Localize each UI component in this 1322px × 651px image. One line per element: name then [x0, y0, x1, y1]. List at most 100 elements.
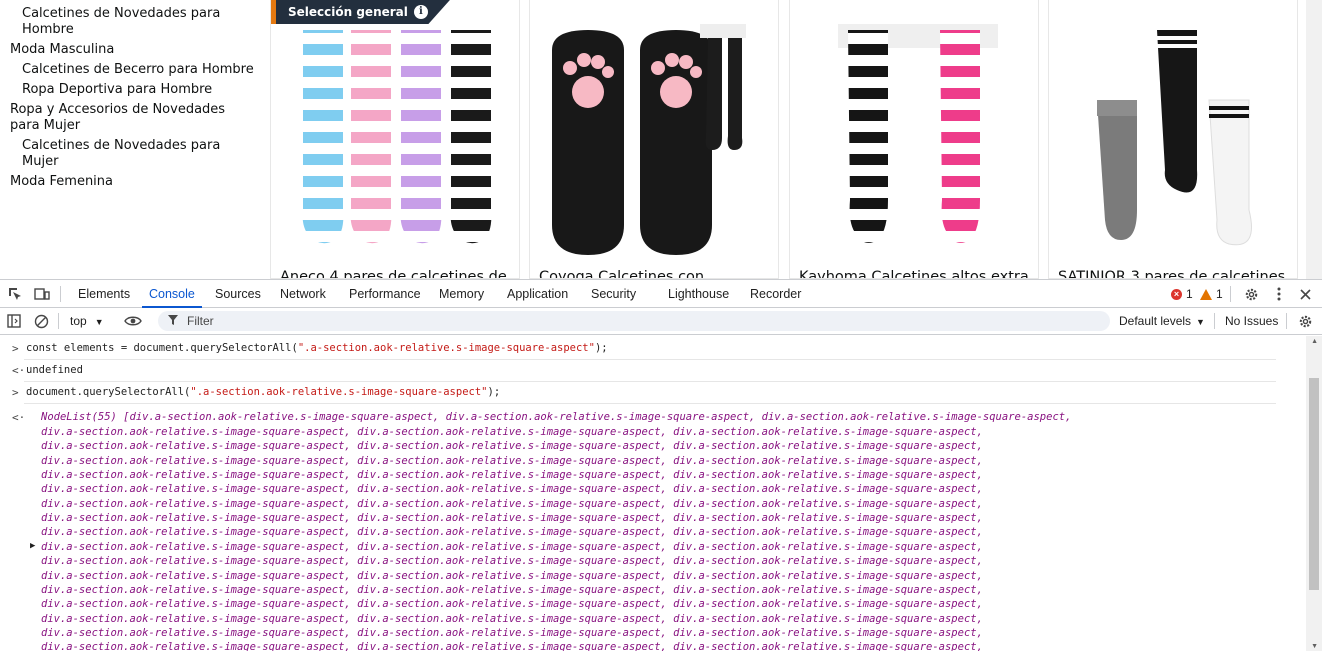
product-card[interactable]: SATINIOR 3 pares de calcetines [1048, 0, 1298, 279]
input-prompt-icon: > [12, 386, 19, 399]
input-prompt-icon: > [12, 342, 19, 355]
console-code: document.querySelectorAll(".a-section.ao… [26, 386, 500, 398]
more-options-icon[interactable] [1270, 285, 1288, 303]
error-count: 1 [1186, 287, 1193, 301]
code-text: ); [594, 342, 608, 354]
warning-icon [1200, 288, 1212, 300]
console-code: undefined [26, 364, 83, 376]
clear-console-icon[interactable] [32, 312, 50, 330]
product-card[interactable]: Selección general i Aneco 4 pares de calce… [270, 0, 520, 279]
scroll-down-arrow-icon[interactable]: ▼ [1311, 643, 1318, 650]
product-title-link[interactable]: Aneco 4 pares de calcetines de [280, 268, 516, 278]
nodelist-row[interactable]: div.a-section.aok-relative.s-image-squar… [41, 469, 983, 481]
nodelist-row[interactable]: div.a-section.aok-relative.s-image-squar… [41, 483, 983, 495]
nodelist-row[interactable]: div.a-section.aok-relative.s-image-squar… [41, 613, 983, 625]
warning-counter[interactable]: 1 [1200, 287, 1223, 301]
toolbar-divider [1286, 313, 1287, 329]
close-devtools-icon[interactable] [1296, 285, 1314, 303]
nodelist-summary[interactable]: NodeList(55) [div.a-section.aok-relative… [41, 411, 1071, 423]
nodelist-row[interactable]: div.a-section.aok-relative.s-image-squar… [41, 498, 983, 510]
filter-input[interactable] [158, 311, 1110, 331]
nodelist-row[interactable]: div.a-section.aok-relative.s-image-squar… [41, 512, 983, 524]
product-image[interactable] [271, 0, 519, 260]
tab-elements[interactable]: Elements [78, 280, 130, 308]
chevron-down-icon: ▼ [1196, 317, 1205, 327]
console-output[interactable]: > const elements = document.querySelector… [0, 336, 1306, 651]
tab-performance[interactable]: Performance [349, 280, 421, 308]
product-image[interactable] [790, 0, 1038, 260]
result-arrow-icon: <· [12, 364, 26, 377]
sidebar-category-link[interactable]: Calcetines de Novedades para Mujer [22, 138, 254, 170]
issues-button[interactable]: No Issues [1225, 311, 1278, 331]
log-levels-label: Default levels [1119, 314, 1192, 328]
settings-gear-icon[interactable] [1242, 285, 1260, 303]
nodelist-row[interactable]: div.a-section.aok-relative.s-image-squar… [41, 641, 983, 651]
category-sidebar: Calcetines de Novedades para Hombre Moda … [0, 0, 262, 279]
info-icon[interactable]: i [413, 5, 428, 19]
context-label: top [70, 314, 87, 328]
product-page: Calcetines de Novedades para Hombre Moda … [0, 0, 1322, 279]
nodelist-row[interactable]: div.a-section.aok-relative.s-image-squar… [41, 598, 983, 610]
result-arrow-icon: <· [12, 411, 26, 424]
tab-recorder[interactable]: Recorder [750, 280, 801, 308]
toolbar-divider [1214, 313, 1215, 329]
entry-divider [24, 381, 1276, 382]
product-title-link[interactable]: SATINIOR 3 pares de calcetines [1058, 268, 1294, 278]
product-image[interactable] [530, 0, 778, 260]
nodelist-row[interactable]: div.a-section.aok-relative.s-image-squar… [41, 570, 983, 582]
console-code: const elements = document.querySelectorA… [26, 342, 608, 354]
nodelist-row[interactable]: div.a-section.aok-relative.s-image-squar… [41, 455, 983, 467]
product-image[interactable] [1049, 0, 1297, 260]
error-icon: × [1171, 288, 1182, 300]
console-toolbar: top ▼ Default levels ▼ No Issues [0, 308, 1322, 335]
tabbar-divider [60, 286, 61, 302]
console-scrollbar[interactable]: ▲ ▼ [1306, 336, 1322, 651]
tab-console[interactable]: Console [142, 280, 202, 308]
product-title-link[interactable]: Coyoga Calcetines con [539, 268, 775, 278]
live-expression-eye-icon[interactable] [123, 312, 143, 330]
tab-network[interactable]: Network [280, 280, 326, 308]
nodelist-row[interactable]: div.a-section.aok-relative.s-image-squar… [41, 541, 983, 553]
chevron-down-icon: ▼ [94, 317, 104, 327]
product-grid: Selección general i Aneco 4 pares de calce… [270, 0, 1315, 279]
code-text: ); [487, 386, 501, 398]
code-text: document.querySelectorAll( [26, 386, 191, 398]
sidebar-category-link[interactable]: Ropa y Accesorios de Novedades para Muje… [10, 102, 255, 134]
console-scrollbar-thumb[interactable] [1309, 378, 1319, 590]
tab-memory[interactable]: Memory [439, 280, 484, 308]
error-counter[interactable]: × 1 [1171, 287, 1193, 301]
string-literal: ".a-section.aok-relative.s-image-square-… [190, 386, 488, 398]
nodelist-row[interactable]: div.a-section.aok-relative.s-image-squar… [41, 627, 983, 639]
tab-application[interactable]: Application [507, 280, 568, 308]
nodelist-row[interactable]: div.a-section.aok-relative.s-image-squar… [41, 555, 983, 567]
product-card[interactable]: Coyoga Calcetines con [529, 0, 779, 279]
page-scrollbar[interactable] [1306, 0, 1322, 279]
sidebar-category-link[interactable]: Ropa Deportiva para Hombre [22, 82, 254, 98]
entry-divider [24, 403, 1276, 404]
tab-sources[interactable]: Sources [215, 280, 261, 308]
nodelist-row[interactable]: div.a-section.aok-relative.s-image-squar… [41, 584, 983, 596]
device-toolbar-icon[interactable] [33, 285, 51, 303]
context-selector[interactable]: top ▼ [64, 311, 110, 331]
product-card[interactable]: Kayhoma Calcetines altos extra [789, 0, 1039, 279]
tab-lighthouse[interactable]: Lighthouse [668, 280, 729, 308]
nodelist-row[interactable]: div.a-section.aok-relative.s-image-squar… [41, 426, 983, 438]
toolbar-divider [58, 313, 59, 329]
devtools-panel: Elements Console Sources Network Performance… [0, 279, 1322, 651]
sidebar-category-link[interactable]: Calcetines de Becerro para Hombre [22, 62, 254, 78]
product-title-link[interactable]: Kayhoma Calcetines altos extra [799, 268, 1035, 278]
inspect-element-icon[interactable] [6, 285, 24, 303]
scroll-up-arrow-icon[interactable]: ▲ [1311, 338, 1318, 345]
nodelist-row[interactable]: div.a-section.aok-relative.s-image-squar… [41, 440, 983, 452]
console-settings-gear-icon[interactable] [1296, 312, 1314, 330]
tab-security[interactable]: Security [591, 280, 636, 308]
expand-triangle-icon[interactable]: ▶ [30, 541, 35, 551]
nodelist-row[interactable]: div.a-section.aok-relative.s-image-squar… [41, 526, 983, 538]
sidebar-toggle-icon[interactable] [5, 312, 23, 330]
sidebar-category-link[interactable]: Moda Femenina [10, 174, 255, 190]
sidebar-category-link[interactable]: Calcetines de Novedades para Hombre [22, 6, 254, 38]
badge-label: Selección general [288, 5, 408, 19]
entry-divider [24, 359, 1276, 360]
log-levels-dropdown[interactable]: Default levels ▼ [1119, 311, 1205, 331]
sidebar-category-link[interactable]: Moda Masculina [10, 42, 255, 58]
